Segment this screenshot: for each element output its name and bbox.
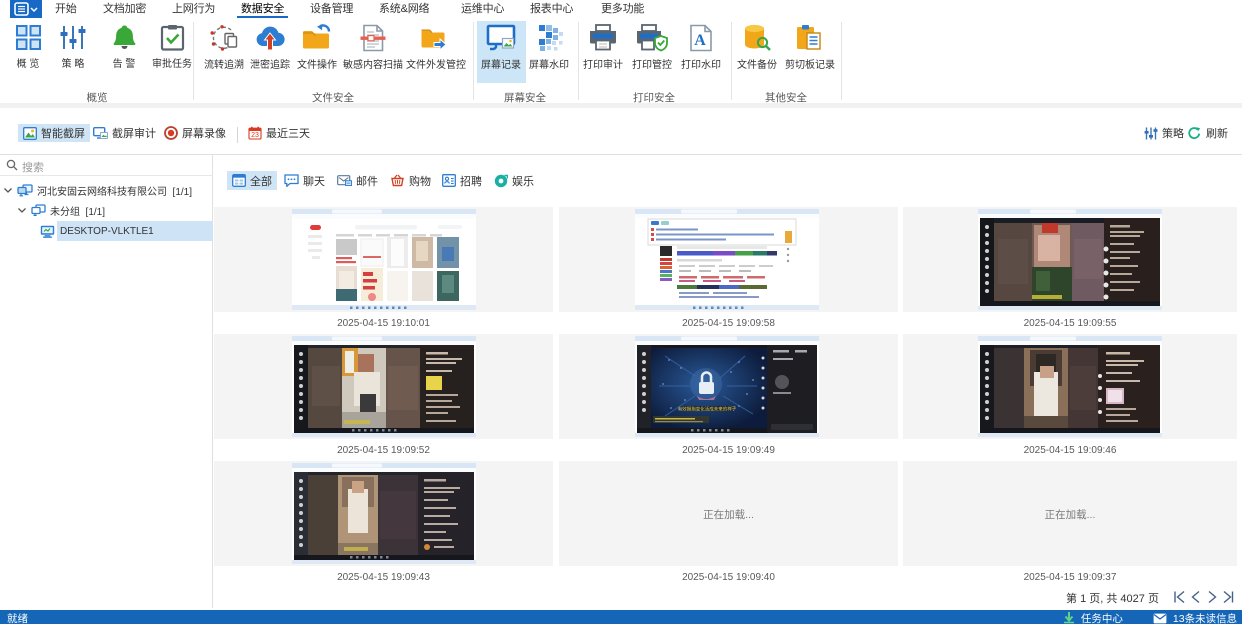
svg-text:A: A [694,32,706,49]
svg-text:23: 23 [251,132,259,139]
svg-text:有效拥抱变化活成未来的样子: 有效拥抱变化活成未来的样子 [678,406,737,413]
